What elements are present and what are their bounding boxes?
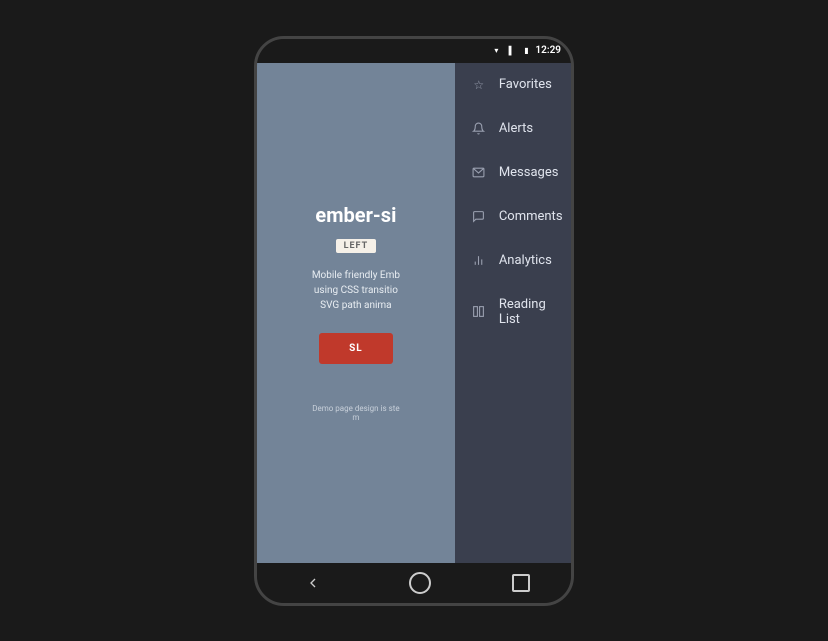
menu-item-messages[interactable]: Messages <box>455 151 571 195</box>
alerts-label: Alerts <box>499 121 533 136</box>
phone-frame: ▾ ▌ ▮ 12:29 ember-si LEFT Mobile friendl… <box>254 36 574 606</box>
screen-content: ember-si LEFT Mobile friendly Embusing C… <box>257 63 571 563</box>
back-button[interactable] <box>298 568 328 598</box>
menu-item-alerts[interactable]: Alerts <box>455 107 571 151</box>
left-badge: LEFT <box>336 239 377 253</box>
menu-item-analytics[interactable]: Analytics <box>455 239 571 283</box>
signal-icon: ▌ <box>505 46 517 56</box>
menu-item-favorites[interactable]: ☆ Favorites <box>455 63 571 107</box>
menu-item-reading-list[interactable]: Reading List <box>455 283 571 341</box>
favorites-label: Favorites <box>499 77 552 92</box>
app-panel: ember-si LEFT Mobile friendly Embusing C… <box>257 63 455 563</box>
home-button[interactable] <box>409 572 431 594</box>
messages-icon <box>471 165 487 181</box>
nav-bar <box>257 563 571 603</box>
comments-icon <box>471 209 487 225</box>
comments-label: Comments <box>499 209 563 224</box>
menu-item-comments[interactable]: Comments <box>455 195 571 239</box>
favorites-icon: ☆ <box>471 77 487 93</box>
status-icons: ▾ ▌ ▮ 12:29 <box>490 45 561 56</box>
status-time: 12:29 <box>535 45 561 56</box>
app-title: ember-si <box>315 203 396 227</box>
app-description: Mobile friendly Embusing CSS transitioSV… <box>312 268 400 313</box>
analytics-icon <box>471 253 487 269</box>
app-footer: Demo page design is stem <box>312 404 399 422</box>
wifi-icon: ▾ <box>490 46 502 56</box>
analytics-label: Analytics <box>499 253 552 268</box>
reading-list-icon <box>471 304 487 320</box>
recents-button[interactable] <box>512 574 530 592</box>
status-bar: ▾ ▌ ▮ 12:29 <box>257 39 571 63</box>
drawer-panel: ☆ Favorites Alerts <box>455 63 571 563</box>
messages-label: Messages <box>499 165 559 180</box>
battery-icon: ▮ <box>520 46 532 56</box>
alerts-icon <box>471 121 487 137</box>
reading-list-label: Reading List <box>499 297 555 327</box>
app-cta-button[interactable]: SL <box>319 333 393 364</box>
